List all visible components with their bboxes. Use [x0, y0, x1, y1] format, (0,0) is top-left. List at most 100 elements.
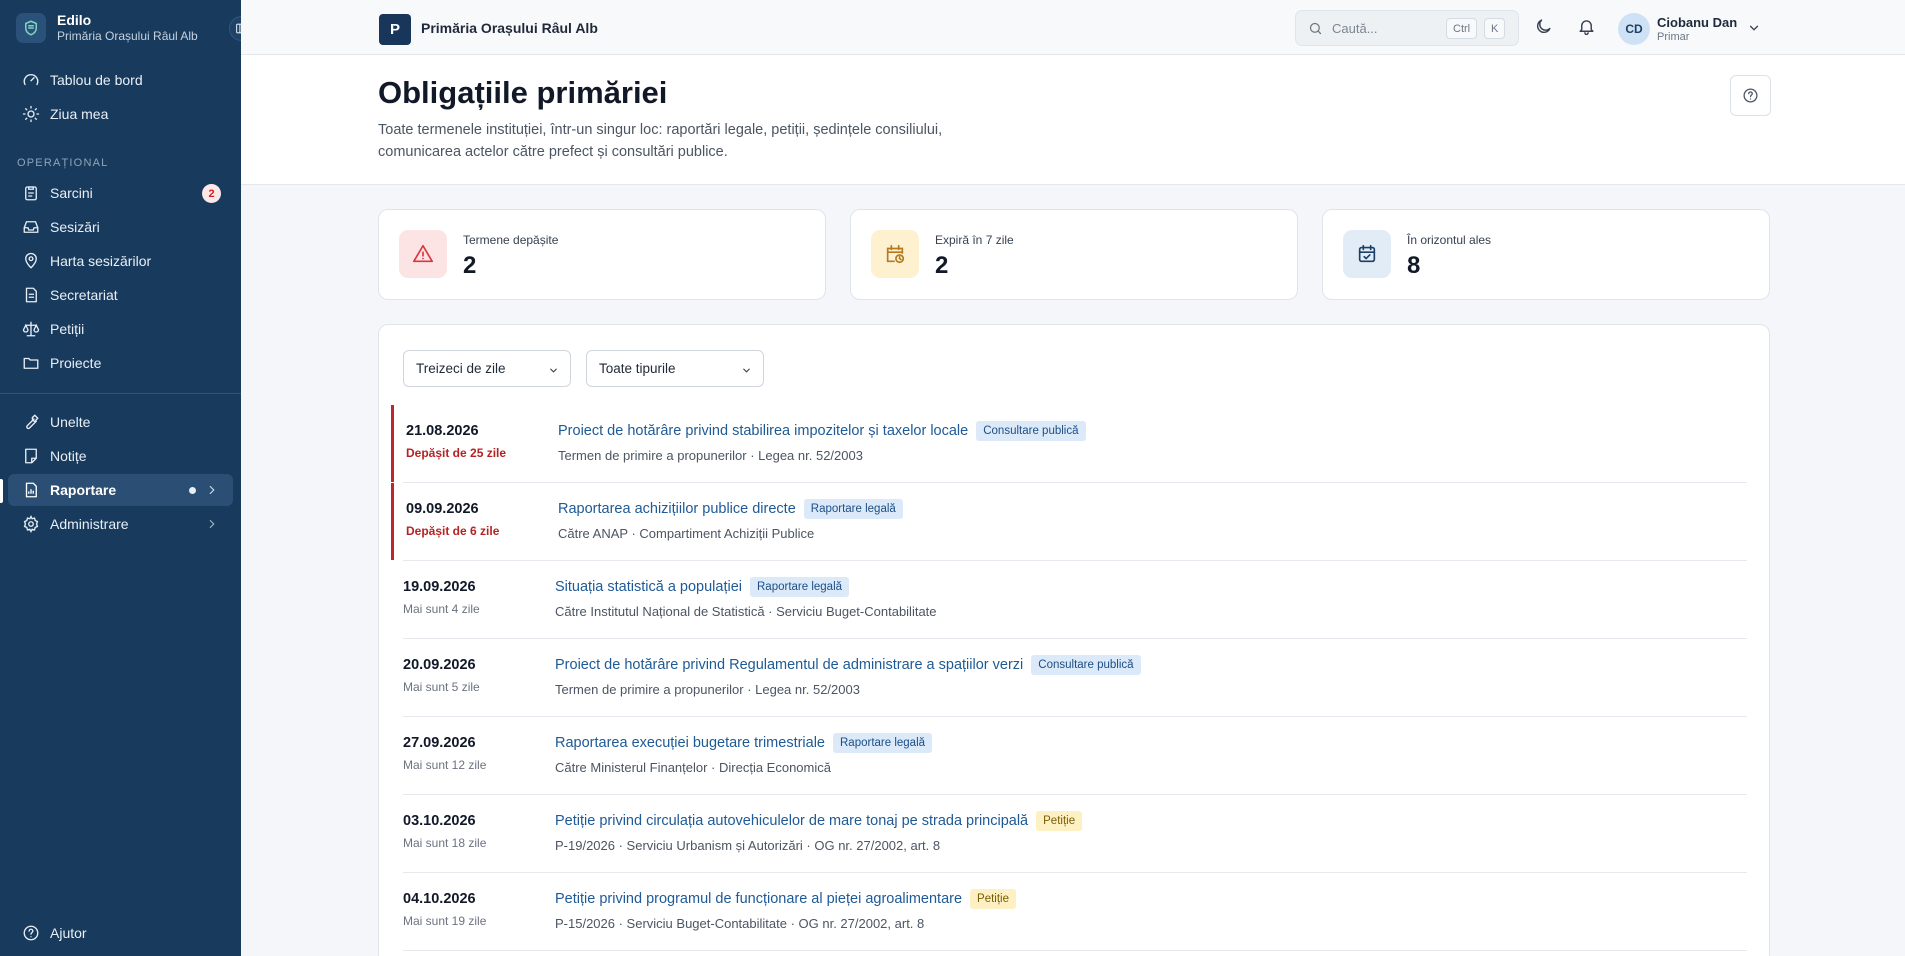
- sidebar-item-harta-sesizarilor[interactable]: Harta sesizărilor: [8, 245, 233, 277]
- sidebar-item-label: Sesizări: [50, 219, 100, 235]
- stat-value: 2: [935, 252, 949, 279]
- warning-triangle-icon: [399, 230, 447, 278]
- obligation-row[interactable]: 09.09.2026 Depășit de 6 zile Raportarea …: [391, 483, 1747, 561]
- obligation-details: Către Institutul Național de Statistică …: [555, 604, 937, 619]
- obligation-date: 19.09.2026: [403, 579, 476, 595]
- calendar-clock-icon: [871, 230, 919, 278]
- obligation-details: Către ANAP · Compartiment Achiziții Publ…: [558, 526, 815, 541]
- obligation-row[interactable]: 21.08.2026 Depășit de 25 zile Proiect de…: [391, 405, 1747, 483]
- sidebar-item-secretariat[interactable]: Secretariat: [8, 279, 233, 311]
- page-header: Obligațiile primăriei Toate termenele in…: [241, 55, 1905, 185]
- obligation-date: 03.10.2026: [403, 813, 476, 829]
- brand[interactable]: Edilo Primăria Orașului Râul Alb: [16, 12, 198, 44]
- note-icon: [25, 448, 37, 464]
- obligation-title-link[interactable]: Proiect de hotărâre privind stabilirea i…: [558, 423, 968, 439]
- search-input[interactable]: Caută... Ctrl K: [1295, 10, 1519, 46]
- help-button[interactable]: [1730, 75, 1771, 116]
- obligation-title-link[interactable]: Situația statistică a populației: [555, 579, 742, 595]
- stat-card-overdue[interactable]: Termene depășite 2: [378, 209, 826, 300]
- period-select[interactable]: Treizeci de zile: [403, 350, 571, 387]
- user-name[interactable]: Ciobanu Dan: [1657, 15, 1737, 30]
- inbox-icon: [23, 221, 39, 233]
- obligation-type-tag: Consultare publică: [976, 421, 1086, 441]
- sidebar-item-label: Tablou de bord: [50, 72, 143, 88]
- topbar: P Primăria Orașului Râul Alb Caută... Ct…: [241, 0, 1905, 55]
- chevron-right-icon: [209, 519, 215, 529]
- shortcut-ctrl: Ctrl: [1446, 18, 1478, 39]
- sidebar-item-label: Petiții: [50, 321, 85, 337]
- type-select-value: Toate tipurile: [599, 361, 676, 376]
- period-select-value: Treizeci de zile: [416, 361, 506, 376]
- obligation-details: Către Ministerul Finanțelor · Direcția E…: [555, 760, 831, 775]
- sidebar-item-petitii[interactable]: Petiții: [8, 313, 233, 345]
- obligation-row[interactable]: 03.10.2026 Mai sunt 18 zile Petiție priv…: [403, 795, 1747, 873]
- shortcut-k: K: [1484, 18, 1506, 39]
- sidebar-item-ajutor[interactable]: Ajutor: [8, 917, 233, 949]
- notifications-button[interactable]: [1577, 17, 1596, 41]
- active-indicator: [0, 479, 3, 503]
- gear-icon: [23, 515, 39, 533]
- gauge-icon: [23, 74, 39, 86]
- stat-card-horizon[interactable]: În orizontul ales 8: [1322, 209, 1770, 300]
- obligation-title-link[interactable]: Raportarea execuției bugetare trimestria…: [555, 735, 825, 751]
- chevron-down-icon: [743, 368, 750, 373]
- obligation-title-link[interactable]: Proiect de hotărâre privind Regulamentul…: [555, 657, 1023, 673]
- obligation-details: Termen de primire a propunerilor · Legea…: [558, 448, 863, 463]
- clipboard-icon: [25, 186, 37, 201]
- obligation-row[interactable]: 20.09.2026 Mai sunt 5 zile Proiect de ho…: [403, 639, 1747, 717]
- obligation-title-link[interactable]: Petiție privind circulația autovehiculel…: [555, 813, 1028, 829]
- theme-toggle-button[interactable]: [1534, 17, 1553, 41]
- sidebar-item-notite[interactable]: Notițe: [8, 440, 233, 472]
- avatar[interactable]: CD: [1618, 13, 1650, 45]
- sidebar-item-label: Proiecte: [50, 355, 102, 371]
- obligation-title-link[interactable]: Raportarea achizițiilor publice directe: [558, 501, 796, 517]
- sidebar-item-administrare[interactable]: Administrare: [8, 508, 233, 540]
- obligation-date: 27.09.2026: [403, 735, 476, 751]
- obligation-type-tag: Raportare legală: [750, 577, 850, 597]
- calendar-check-icon: [1343, 230, 1391, 278]
- sun-icon: [22, 105, 40, 123]
- org-logo: P: [379, 14, 411, 45]
- scale-icon: [22, 321, 40, 337]
- sidebar-item-label: Harta sesizărilor: [50, 253, 152, 269]
- obligation-title-link[interactable]: Petiție privind programul de funcționare…: [555, 891, 962, 907]
- stat-label: Expiră în 7 zile: [935, 233, 1014, 247]
- search-icon: [1309, 22, 1322, 34]
- section-label-operational: OPERAȚIONAL: [17, 157, 109, 169]
- obligation-date: 20.09.2026: [403, 657, 476, 673]
- page-title: Obligațiile primăriei: [378, 75, 668, 110]
- org-name: Primăria Orașului Râul Alb: [57, 29, 198, 43]
- sidebar-divider: [0, 393, 241, 394]
- sidebar-item-label: Sarcini: [50, 185, 93, 201]
- obligation-type-tag: Petiție: [1036, 811, 1083, 831]
- sidebar-item-sarcini[interactable]: Sarcini 2: [8, 177, 233, 209]
- page-description: Toate termenele instituției, într-un sin…: [378, 122, 943, 160]
- sidebar-item-raportare[interactable]: Raportare: [8, 474, 233, 506]
- sidebar-item-ziua-mea[interactable]: Ziua mea: [8, 98, 233, 130]
- obligation-status: Mai sunt 12 zile: [403, 758, 487, 772]
- stat-label: În orizontul ales: [1407, 233, 1492, 247]
- chevron-right-icon: [209, 485, 215, 495]
- shield-logo-icon: [16, 13, 46, 43]
- type-select[interactable]: Toate tipurile: [586, 350, 764, 387]
- report-icon: [25, 482, 37, 498]
- obligation-type-tag: Raportare legală: [833, 733, 933, 753]
- stat-value: 2: [463, 252, 477, 279]
- stat-card-expiring[interactable]: Expiră în 7 zile 2: [850, 209, 1298, 300]
- obligation-row[interactable]: 27.09.2026 Mai sunt 12 zile Raportarea e…: [403, 717, 1747, 795]
- sidebar-item-proiecte[interactable]: Proiecte: [8, 347, 233, 379]
- obligation-type-tag: Raportare legală: [803, 499, 903, 519]
- chevron-down-icon: [550, 368, 557, 373]
- sidebar-item-unelte[interactable]: Unelte: [8, 406, 233, 438]
- user-role: Primar: [1657, 31, 1690, 43]
- obligation-row[interactable]: 19.09.2026 Mai sunt 4 zile Situația stat…: [403, 561, 1747, 639]
- user-menu-toggle[interactable]: [1747, 21, 1761, 40]
- obligation-status: Depășit de 25 zile: [406, 446, 507, 460]
- bell-icon: [1579, 20, 1594, 36]
- obligation-status: Depășit de 6 zile: [406, 524, 500, 538]
- sidebar-item-label: Unelte: [50, 414, 91, 430]
- wrench-icon: [26, 414, 39, 430]
- obligation-row[interactable]: 04.10.2026 Mai sunt 19 zile Petiție priv…: [403, 873, 1747, 951]
- sidebar-item-tablou-de-bord[interactable]: Tablou de bord: [8, 64, 233, 96]
- sidebar-item-sesizari[interactable]: Sesizări: [8, 211, 233, 243]
